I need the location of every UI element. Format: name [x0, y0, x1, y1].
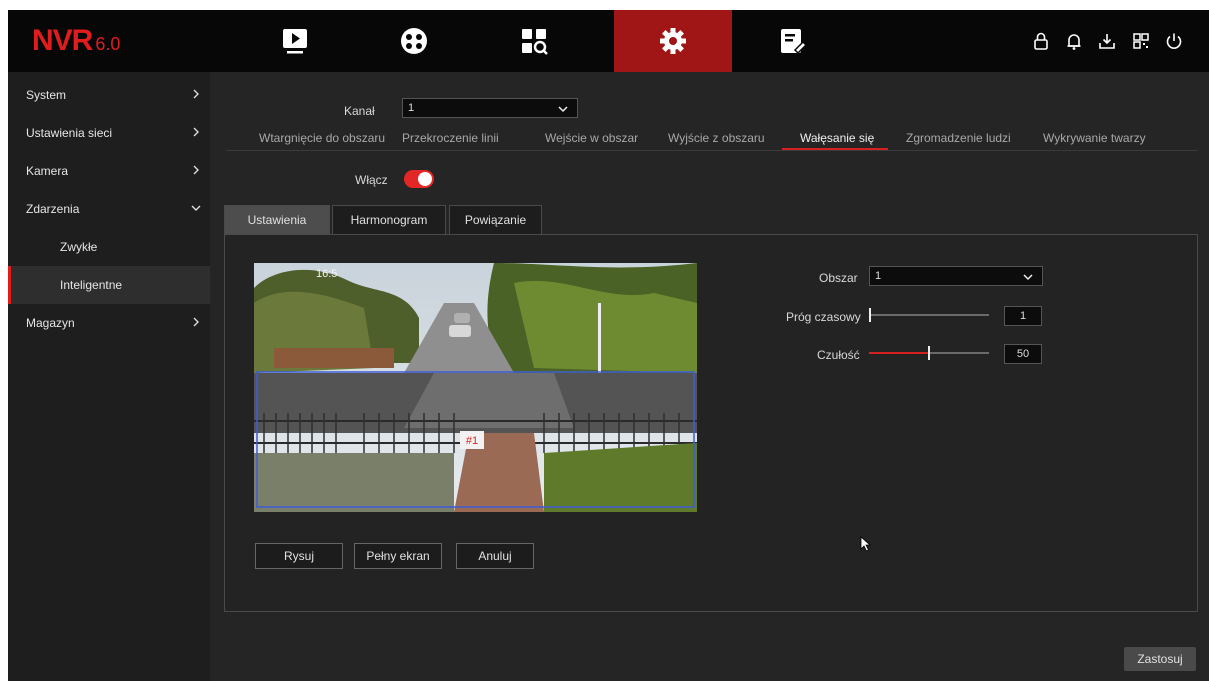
subtab-linkage[interactable]: Powiązanie [449, 205, 542, 235]
settings-icon [660, 28, 686, 54]
subtab-schedule[interactable]: Harmonogram [332, 205, 446, 235]
sidebar-item-network[interactable]: Ustawienia sieci [8, 114, 210, 152]
power-button[interactable] [1163, 30, 1185, 52]
search-icon [522, 29, 548, 55]
lock-icon [1034, 32, 1048, 50]
sensitivity-slider-thumb[interactable] [928, 346, 930, 360]
camera-snapshot: #1 16:5 [254, 263, 697, 512]
fullscreen-button[interactable]: Pełny ekran [354, 543, 442, 569]
logo: NVR 6.0 [32, 24, 121, 57]
osd-time: 16:5 [316, 268, 337, 280]
sidebar-item-camera[interactable]: Kamera [8, 152, 210, 190]
live-view-nav[interactable] [354, 10, 474, 72]
enable-toggle[interactable] [404, 170, 434, 188]
chevron-down-icon [558, 106, 568, 113]
top-bar: NVR 6.0 [8, 10, 1209, 72]
live-view-icon [401, 28, 427, 54]
area-label: Obszar [819, 271, 858, 285]
time-threshold-label: Próg czasowy [786, 310, 861, 324]
channel-value: 1 [408, 102, 415, 114]
qr-code-icon [1133, 33, 1149, 49]
sidebar-item-label: Inteligentne [60, 278, 123, 292]
cancel-button[interactable]: Anuluj [456, 543, 534, 569]
apply-button[interactable]: Zastosuj [1124, 647, 1196, 671]
bell-icon [1067, 34, 1081, 50]
download-icon [1099, 34, 1115, 49]
tab-intrusion[interactable]: Wtargnięcie do obszaru [259, 131, 385, 145]
area-select[interactable]: 1 [869, 266, 1043, 286]
chevron-down-icon [1023, 274, 1033, 281]
power-icon [1166, 33, 1182, 49]
sidebar-item-label: Ustawienia sieci [26, 126, 113, 140]
sidebar-item-label: Magazyn [26, 316, 75, 330]
sidebar-item-system[interactable]: System [8, 76, 210, 114]
app-window: NVR 6.0 System Ustawienia sieci Kamera Z… [8, 10, 1209, 681]
sidebar-item-events[interactable]: Zdarzenia [8, 190, 210, 228]
tab-region-exiting[interactable]: Wyjście z obszaru [668, 131, 765, 145]
sidebar-item-label: Kamera [26, 164, 69, 178]
sensitivity-label: Czułość [817, 348, 860, 362]
sidebar-item-label: Zwykłe [60, 240, 98, 254]
enable-label: Włącz [355, 173, 388, 187]
search-nav[interactable] [474, 10, 594, 72]
tabs-divider [226, 150, 1198, 151]
time-threshold-slider-thumb[interactable] [869, 308, 871, 322]
tab-crowd-gathering[interactable]: Zgromadzenie ludzi [906, 131, 1011, 145]
chevron-right-icon [193, 127, 199, 137]
time-threshold-input[interactable]: 1 [1004, 306, 1042, 326]
sidebar-item-events-smart[interactable]: Inteligentne [8, 266, 210, 304]
mouse-cursor-icon [860, 536, 872, 552]
channel-select[interactable]: 1 [402, 98, 578, 118]
active-tab-indicator [782, 148, 888, 150]
qr-code-button[interactable] [1130, 30, 1152, 52]
area-value: 1 [875, 270, 882, 282]
tab-loitering[interactable]: Wałęsanie się [800, 131, 874, 145]
sidebar-item-label: Zdarzenia [26, 202, 80, 216]
sidebar-item-events-normal[interactable]: Zwykłe [8, 228, 210, 266]
maintenance-nav[interactable] [732, 10, 852, 72]
camera-preview[interactable]: #1 16:5 [254, 263, 697, 512]
playback-nav[interactable] [235, 10, 355, 72]
chevron-right-icon [193, 165, 199, 175]
settings-nav[interactable] [614, 10, 732, 72]
time-threshold-slider[interactable] [869, 314, 989, 316]
draw-button[interactable]: Rysuj [255, 543, 343, 569]
notifications-button[interactable] [1063, 30, 1085, 52]
tab-line-crossing[interactable]: Przekroczenie linii [402, 131, 499, 145]
sensitivity-input[interactable]: 50 [1004, 344, 1042, 364]
chevron-right-icon [193, 317, 199, 327]
download-button[interactable] [1096, 30, 1118, 52]
playback-icon [283, 29, 307, 54]
sensitivity-slider-fill [869, 352, 929, 354]
maintenance-icon [781, 29, 808, 55]
chevron-right-icon [193, 89, 199, 99]
tab-region-entering[interactable]: Wejście w obszar [545, 131, 638, 145]
sidebar-item-label: System [26, 88, 67, 102]
lock-button[interactable] [1030, 30, 1052, 52]
zone-label: #1 [466, 435, 478, 447]
chevron-down-icon [191, 205, 201, 211]
channel-label: Kanał [344, 104, 375, 118]
sidebar: System Ustawienia sieci Kamera Zdarzenia… [8, 72, 210, 681]
toggle-knob [418, 172, 432, 186]
tab-face-detection[interactable]: Wykrywanie twarzy [1043, 131, 1146, 145]
sidebar-item-storage[interactable]: Magazyn [8, 304, 210, 342]
subtab-area-settings[interactable]: Ustawienia obszaru [224, 205, 330, 255]
